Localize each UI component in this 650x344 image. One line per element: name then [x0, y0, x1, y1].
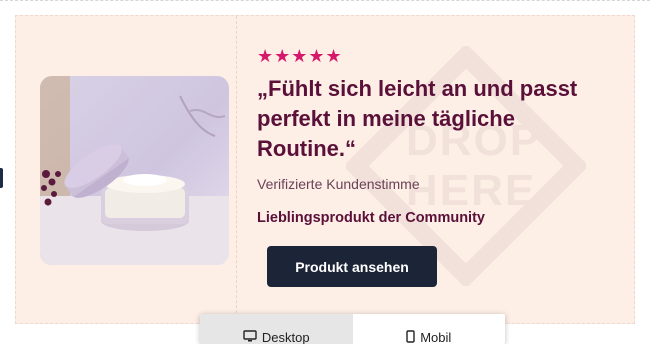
review-attribution[interactable]: Verifizierte Kundenstimme — [257, 176, 420, 192]
tab-desktop[interactable]: Desktop — [200, 314, 353, 344]
review-quote[interactable]: „Fühlt sich leicht an und passt perfekt … — [257, 74, 607, 164]
product-tagline[interactable]: Lieblingsprodukt der Community — [257, 210, 485, 226]
tab-mobile-label: Mobil — [420, 330, 452, 344]
view-product-button[interactable]: Produkt ansehen — [267, 246, 437, 287]
monitor-icon — [243, 330, 257, 344]
column-divider — [236, 16, 237, 323]
phone-icon — [406, 330, 415, 344]
tab-desktop-label: Desktop — [261, 330, 310, 344]
watermark-line2: HERE — [406, 166, 537, 215]
device-preview-switcher: Desktop Mobil — [200, 314, 505, 344]
top-dashed-guide — [0, 0, 650, 1]
star-rating: ★★★★★ — [257, 46, 343, 66]
product-image — [40, 76, 229, 265]
cream-jar-illustration — [40, 76, 229, 265]
left-resize-handle[interactable] — [0, 168, 3, 188]
tab-mobile[interactable]: Mobil — [353, 314, 506, 344]
testimonial-section[interactable]: DROP HERE ★★★★★ „Fühlt sich leicht an un… — [15, 15, 635, 324]
